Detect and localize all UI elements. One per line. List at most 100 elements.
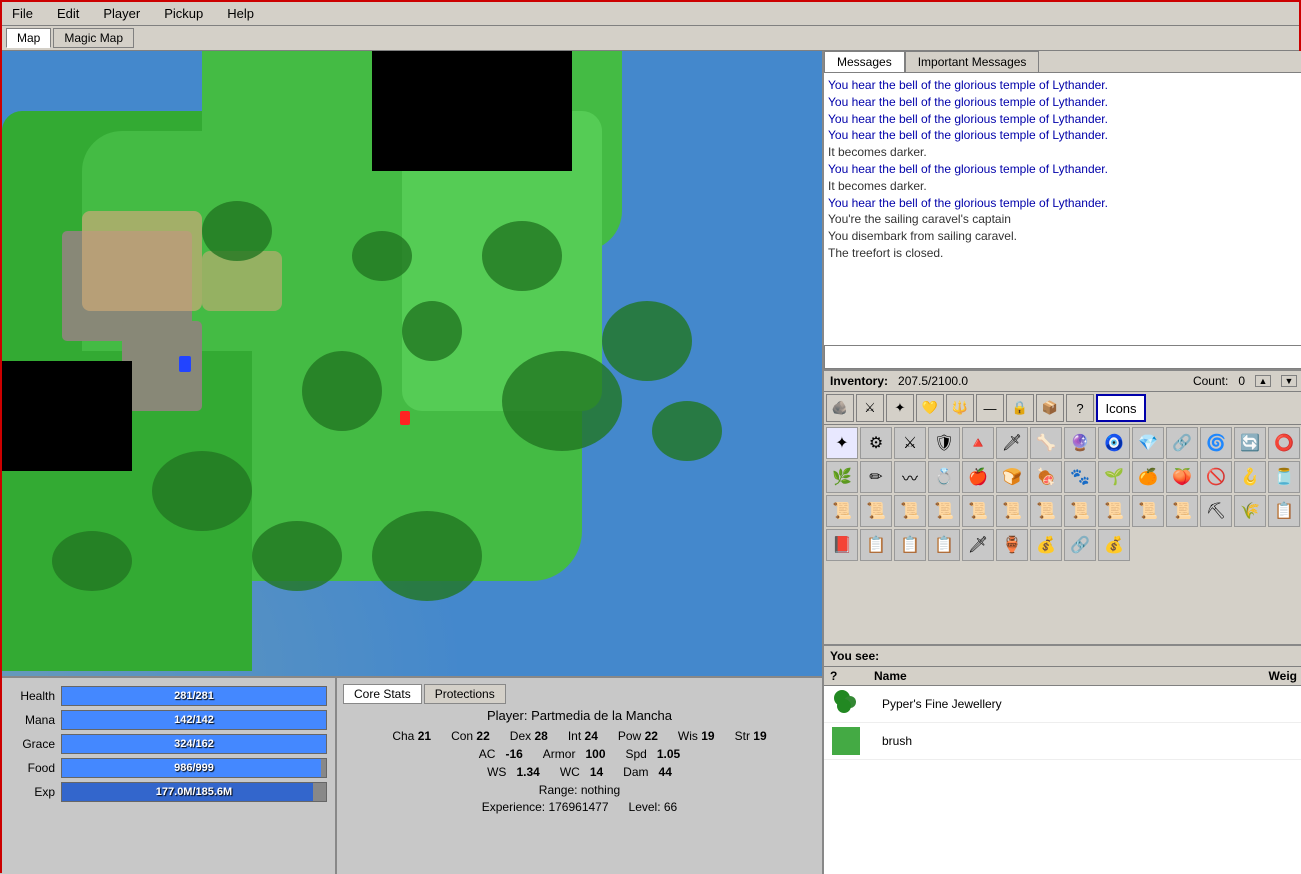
see-item-0[interactable]: Pyper's Fine Jewellery — [824, 686, 1301, 723]
grace-bar-container: 324/162 — [61, 734, 327, 754]
inv-item-25[interactable]: 🚫 — [1200, 461, 1232, 493]
inv-item-27[interactable]: 🫙 — [1268, 461, 1300, 493]
inv-item-0[interactable]: ✦ — [826, 427, 858, 459]
inv-item-39[interactable]: ⛏ — [1200, 495, 1232, 527]
inv-scroll-up[interactable]: ▲ — [1255, 375, 1271, 387]
inv-item-50[interactable]: 💰 — [1098, 529, 1130, 561]
exp-value: 177.0M/185.6M — [62, 783, 326, 801]
inv-tool-question[interactable]: ? — [1066, 394, 1094, 422]
msg-2: You hear the bell of the glorious temple… — [828, 111, 1299, 128]
stat-wc: WC 14 — [560, 765, 603, 779]
tree-12 — [372, 511, 482, 601]
tree-8 — [602, 301, 692, 381]
inv-item-14[interactable]: 🌿 — [826, 461, 858, 493]
health-bar-container: 281/281 — [61, 686, 327, 706]
inv-item-34[interactable]: 📜 — [1030, 495, 1062, 527]
tab-messages[interactable]: Messages — [824, 51, 905, 72]
inv-tool-gold[interactable]: 💛 — [916, 394, 944, 422]
message-input[interactable] — [824, 345, 1301, 369]
inv-item-19[interactable]: 🍞 — [996, 461, 1028, 493]
inv-item-42[interactable]: 📕 — [826, 529, 858, 561]
tab-magic-map[interactable]: Magic Map — [53, 28, 134, 48]
inv-item-37[interactable]: 📜 — [1132, 495, 1164, 527]
grace-value: 324/162 — [62, 735, 326, 753]
inv-item-17[interactable]: 💍 — [928, 461, 960, 493]
inv-item-28[interactable]: 📜 — [826, 495, 858, 527]
inv-item-9[interactable]: 💎 — [1132, 427, 1164, 459]
inv-item-47[interactable]: 🏺 — [996, 529, 1028, 561]
attr-cha: Cha 21 — [392, 729, 431, 743]
messages-content[interactable]: You hear the bell of the glorious temple… — [824, 73, 1301, 345]
inv-item-18[interactable]: 🍎 — [962, 461, 994, 493]
stat-ac: AC -16 — [479, 747, 523, 761]
inventory-grid[interactable]: ✦ ⚙ ⚔ 🛡 🔺 🗡 🦴 🔮 🧿 💎 🔗 🌀 🔄 ⭕ 🌿 ✏ 〰 💍 — [824, 425, 1301, 644]
inv-item-31[interactable]: 📜 — [928, 495, 960, 527]
menu-help[interactable]: Help — [221, 4, 260, 23]
inv-item-1[interactable]: ⚙ — [860, 427, 892, 459]
inv-item-15[interactable]: ✏ — [860, 461, 892, 493]
inv-item-26[interactable]: 🪝 — [1234, 461, 1266, 493]
menu-pickup[interactable]: Pickup — [158, 4, 209, 23]
inv-item-33[interactable]: 📜 — [996, 495, 1028, 527]
inv-item-35[interactable]: 📜 — [1064, 495, 1096, 527]
inv-item-13[interactable]: ⭕ — [1268, 427, 1300, 459]
black-area-1 — [372, 51, 572, 171]
game-map[interactable] — [2, 51, 822, 676]
inv-item-5[interactable]: 🗡 — [996, 427, 1028, 459]
menu-file[interactable]: File — [6, 4, 39, 23]
char-info: Core Stats Protections Player: Partmedia… — [337, 678, 822, 874]
msg-6: It becomes darker. — [828, 178, 1299, 195]
inv-item-10[interactable]: 🔗 — [1166, 427, 1198, 459]
inv-tool-magic[interactable]: ✦ — [886, 394, 914, 422]
inv-item-16[interactable]: 〰 — [894, 461, 926, 493]
attr-int: Int 24 — [568, 729, 598, 743]
inv-item-49[interactable]: 🔗 — [1064, 529, 1096, 561]
col-name: Name — [874, 669, 1265, 683]
inv-tool-lock[interactable]: 🔒 — [1006, 394, 1034, 422]
menu-player[interactable]: Player — [97, 4, 146, 23]
inv-item-43[interactable]: 📋 — [860, 529, 892, 561]
tab-important-messages[interactable]: Important Messages — [905, 51, 1040, 72]
inv-item-8[interactable]: 🧿 — [1098, 427, 1130, 459]
inv-item-48[interactable]: 💰 — [1030, 529, 1062, 561]
stat-armor: Armor 100 — [543, 747, 606, 761]
inv-item-29[interactable]: 📜 — [860, 495, 892, 527]
attr-pow: Pow 22 — [618, 729, 658, 743]
inv-tool-icons[interactable]: Icons — [1096, 394, 1146, 422]
inv-item-24[interactable]: 🍑 — [1166, 461, 1198, 493]
inv-item-23[interactable]: 🍊 — [1132, 461, 1164, 493]
inv-item-21[interactable]: 🐾 — [1064, 461, 1096, 493]
inv-item-12[interactable]: 🔄 — [1234, 427, 1266, 459]
inv-item-2[interactable]: ⚔ — [894, 427, 926, 459]
inv-tool-gem[interactable]: 🪨 — [826, 394, 854, 422]
inv-item-11[interactable]: 🌀 — [1200, 427, 1232, 459]
inv-tool-box[interactable]: 📦 — [1036, 394, 1064, 422]
inv-item-38[interactable]: 📜 — [1166, 495, 1198, 527]
inv-tool-sword[interactable]: ⚔ — [856, 394, 884, 422]
inv-tool-trident[interactable]: 🔱 — [946, 394, 974, 422]
inv-item-46[interactable]: 🗡 — [962, 529, 994, 561]
see-item-1[interactable]: brush — [824, 723, 1301, 760]
tab-map[interactable]: Map — [6, 28, 51, 48]
menu-edit[interactable]: Edit — [51, 4, 85, 23]
inv-item-36[interactable]: 📜 — [1098, 495, 1130, 527]
inv-item-32[interactable]: 📜 — [962, 495, 994, 527]
inv-item-6[interactable]: 🦴 — [1030, 427, 1062, 459]
inv-item-30[interactable]: 📜 — [894, 495, 926, 527]
inv-scroll-down[interactable]: ▼ — [1281, 375, 1297, 387]
inv-item-4[interactable]: 🔺 — [962, 427, 994, 459]
see-name-0: Pyper's Fine Jewellery — [882, 697, 1293, 711]
inv-tool-dash[interactable]: — — [976, 394, 1004, 422]
inv-item-41[interactable]: 📋 — [1268, 495, 1300, 527]
exp-bar-container: 177.0M/185.6M — [61, 782, 327, 802]
char-tab-core[interactable]: Core Stats — [343, 684, 422, 704]
you-see-columns: ? Name Weig — [824, 667, 1301, 686]
inv-item-3[interactable]: 🛡 — [928, 427, 960, 459]
inv-item-45[interactable]: 📋 — [928, 529, 960, 561]
inv-item-20[interactable]: 🍖 — [1030, 461, 1062, 493]
inv-item-44[interactable]: 📋 — [894, 529, 926, 561]
inv-item-7[interactable]: 🔮 — [1064, 427, 1096, 459]
inv-item-40[interactable]: 🌾 — [1234, 495, 1266, 527]
inv-item-22[interactable]: 🌱 — [1098, 461, 1130, 493]
char-tab-protections[interactable]: Protections — [424, 684, 506, 704]
